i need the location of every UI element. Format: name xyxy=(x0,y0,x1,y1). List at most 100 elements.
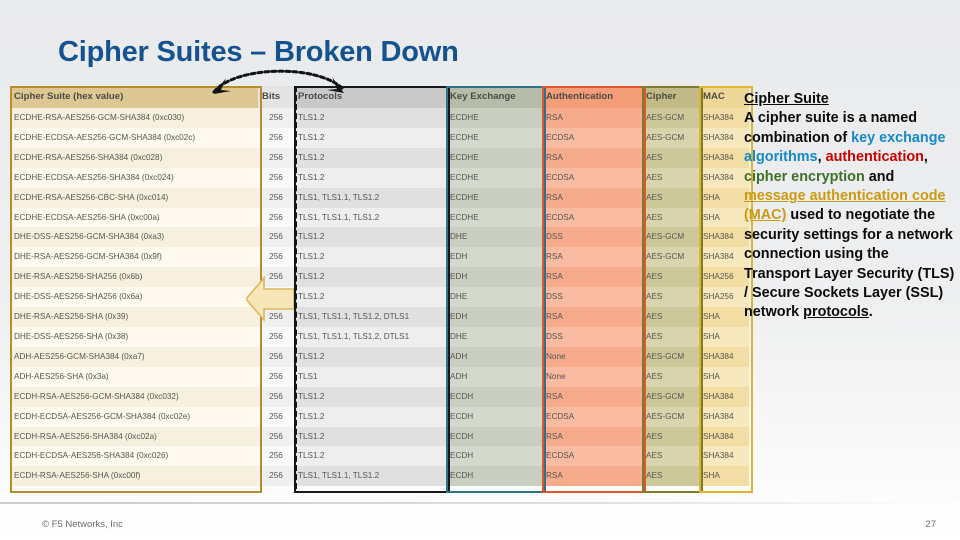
cell-protocols: TLS1 xyxy=(294,366,446,387)
cell-bits: 256 xyxy=(258,127,294,148)
cell-mac: SHA xyxy=(699,187,749,208)
cell-cipher-suite: ADH-AES256-GCM-SHA384 (0xa7) xyxy=(10,346,258,367)
table-row[interactable]: ECDH-RSA-AES256-SHA384 (0xc02a) 256 TLS1.2… xyxy=(10,426,749,447)
cell-cipher-suite: ECDHE-RSA-AES256-SHA384 (0xc028) xyxy=(10,147,258,168)
cell-protocols: TLS1, TLS1.1, TLS1.2 xyxy=(294,187,446,208)
cell-authentication: ECDSA xyxy=(542,406,642,427)
cell-protocols: TLS1.2 xyxy=(294,247,446,268)
bits-value: 256 xyxy=(269,431,283,441)
cell-protocols: TLS1.2 xyxy=(294,287,446,308)
cell-bits: 256 xyxy=(258,108,294,128)
bits-value: 256 xyxy=(269,113,283,122)
bits-value: 256 xyxy=(269,391,283,401)
table-row[interactable]: ECDH-RSA-AES256-GCM-SHA384 (0xc032) 256 TL… xyxy=(10,386,749,407)
bits-value: 256 xyxy=(269,212,283,222)
cell-bits: 256 xyxy=(258,346,294,367)
bits-value: 256 xyxy=(269,411,283,421)
cell-cipher: AES xyxy=(642,466,699,487)
cell-key-exchange: ECDH xyxy=(446,386,542,407)
cipher-suite-table: Cipher Suite (hex value) Bits Protocols … xyxy=(10,86,749,487)
bits-value: 256 xyxy=(269,451,283,461)
table-row[interactable]: DHE-RSA-AES256-GCM-SHA384 (0x9f) 256 TLS1.… xyxy=(10,247,749,268)
panel-heading: Cipher Suite xyxy=(744,91,829,107)
cell-key-exchange: ECDHE xyxy=(446,108,542,128)
cell-authentication: RSA xyxy=(542,307,642,327)
table-row[interactable]: ECDH-ECDSA-AES256-SHA384 (0xc026) 256 TLS1… xyxy=(10,446,749,467)
cell-bits: 256 xyxy=(258,227,294,248)
table-row[interactable]: DHE-DSS-AES256-SHA (0x38) 256 TLS1, TLS1.1… xyxy=(10,326,749,347)
cell-cipher: AES xyxy=(642,167,699,188)
cipher-suite-table-figure: Cipher Suite (hex value) Bits Protocols … xyxy=(10,86,753,493)
cell-cipher-suite: ECDHE-ECDSA-AES256-SHA384 (0xc024) xyxy=(10,167,258,188)
cell-cipher-suite: ECDHE-RSA-AES256-GCM-SHA384 (0xc030) xyxy=(10,108,258,128)
cell-key-exchange: ECDH xyxy=(446,406,542,427)
cell-authentication: RSA xyxy=(542,147,642,168)
table-row[interactable]: ECDHE-RSA-AES256-GCM-SHA384 (0xc030) 256 T… xyxy=(10,108,749,128)
table-row[interactable]: ECDHE-RSA-AES256-SHA384 (0xc028) 256 TLS1.… xyxy=(10,147,749,168)
cell-cipher-suite: DHE-DSS-AES256-GCM-SHA384 (0xa3) xyxy=(10,227,258,248)
cell-mac: SHA384 xyxy=(699,167,749,188)
cell-mac: SHA384 xyxy=(699,127,749,148)
cell-cipher-suite: DHE-DSS-AES256-SHA (0x38) xyxy=(10,326,258,347)
bits-value: 256 xyxy=(269,351,283,361)
cell-key-exchange: ADH xyxy=(446,366,542,387)
cell-cipher-suite: ECDH-RSA-AES256-SHA (0xc00f) xyxy=(10,466,258,487)
table-row[interactable]: DHE-DSS-AES256-GCM-SHA384 (0xa3) 256 TLS1.… xyxy=(10,227,749,248)
table-row[interactable]: DHE-DSS-AES256-SHA256 (0x6a)256TLS1.2DHE… xyxy=(10,287,749,308)
table-row[interactable]: ADH-AES256-SHA (0x3a) 256 TLS1 ADH None AES SH… xyxy=(10,366,749,387)
term-authentication: authentication xyxy=(825,149,924,166)
table-row[interactable]: ECDH-RSA-AES256-SHA (0xc00f) 256 TLS1, TLS… xyxy=(10,466,749,487)
table-row[interactable]: ECDHE-ECDSA-AES256-SHA384 (0xc024) 256 TLS… xyxy=(10,167,749,188)
cell-protocols: TLS1.2 xyxy=(294,147,446,168)
cell-mac: SHA384 xyxy=(699,446,749,467)
slide-canvas: Cipher Suites – Broken Down Cipher Suite… xyxy=(0,0,960,540)
table-row[interactable]: DHE-RSA-AES256-SHA (0x39) 256 TLS1, TLS1.1… xyxy=(10,307,749,327)
table-row[interactable]: ECDHE-ECDSA-AES256-GCM-SHA384 (0xc02c) 25… xyxy=(10,127,749,148)
bits-value: 256 xyxy=(269,232,283,242)
cell-bits: 256 xyxy=(258,326,294,347)
cell-key-exchange: DHE xyxy=(446,227,542,248)
cell-cipher: AES-GCM xyxy=(642,346,699,367)
cell-mac: SHA xyxy=(699,366,749,387)
cell-bits: 256 xyxy=(258,366,294,387)
cell-mac: SHA xyxy=(699,466,749,487)
table-row[interactable]: DHE-RSA-AES256-SHA256 (0x6b) 256 TLS1.2 EDH… xyxy=(10,267,749,288)
column-header-key-exchange: Key Exchange xyxy=(446,86,542,108)
cell-authentication: DSS xyxy=(542,326,642,347)
panel-sep-2: , xyxy=(923,149,928,166)
cell-protocols: TLS1.2 xyxy=(294,446,446,467)
cell-cipher-suite: DHE-RSA-AES256-GCM-SHA384 (0x9f) xyxy=(10,247,258,268)
table-row[interactable]: ADH-AES256-GCM-SHA384 (0xa7) 256 TLS1.2 ADH… xyxy=(10,346,749,367)
cell-authentication: RSA xyxy=(542,247,642,268)
cell-authentication: RSA xyxy=(542,108,642,128)
panel-text-end: . xyxy=(868,304,873,321)
cipher-suite-description-panel: Cipher Suite A cipher suite is a named c… xyxy=(744,90,956,323)
cell-cipher: AES xyxy=(642,207,699,228)
left-pointing-arrow-annotation xyxy=(246,275,294,323)
cell-bits: 256 xyxy=(258,386,294,407)
cell-protocols: TLS1, TLS1.1, TLS1.2, DTLS1 xyxy=(294,307,446,327)
table-row[interactable]: ECDH-ECDSA-AES256-GCM-SHA384 (0xc02e) 256… xyxy=(10,406,749,427)
cell-authentication: RSA xyxy=(542,386,642,407)
cell-protocols: TLS1.2 xyxy=(294,167,446,188)
cell-protocols: TLS1, TLS1.1, TLS1.2, DTLS1 xyxy=(294,326,446,347)
cell-bits: 256 xyxy=(258,167,294,188)
cell-protocols: TLS1.2 xyxy=(294,108,446,128)
panel-sep-1: , xyxy=(817,149,826,166)
bits-value: 256 xyxy=(269,252,283,262)
cell-cipher-suite: ECDHE-ECDSA-AES256-GCM-SHA384 (0xc02c) xyxy=(10,127,258,148)
column-header-authentication: Authentication xyxy=(542,86,642,108)
cell-authentication: ECDSA xyxy=(542,167,642,188)
cell-cipher-suite: ECDH-RSA-AES256-GCM-SHA384 (0xc032) xyxy=(10,386,258,407)
cell-cipher: AES-GCM xyxy=(642,108,699,128)
cell-cipher: AES xyxy=(642,366,699,387)
cell-key-exchange: ECDHE xyxy=(446,167,542,188)
cell-cipher: AES-GCM xyxy=(642,227,699,248)
table-row[interactable]: ECDHE-RSA-AES256-CBC-SHA (0xc014) 256 TLS1… xyxy=(10,187,749,208)
cell-protocols: TLS1.2 xyxy=(294,346,446,367)
cell-authentication: DSS xyxy=(542,227,642,248)
column-header-mac: MAC xyxy=(699,86,749,108)
table-row[interactable]: ECDHE-ECDSA-AES256-SHA (0xc00a) 256 TLS1, … xyxy=(10,207,749,228)
cell-cipher-suite: DHE-RSA-AES256-SHA (0x39) xyxy=(10,307,258,327)
bits-value: 256 xyxy=(269,192,283,202)
